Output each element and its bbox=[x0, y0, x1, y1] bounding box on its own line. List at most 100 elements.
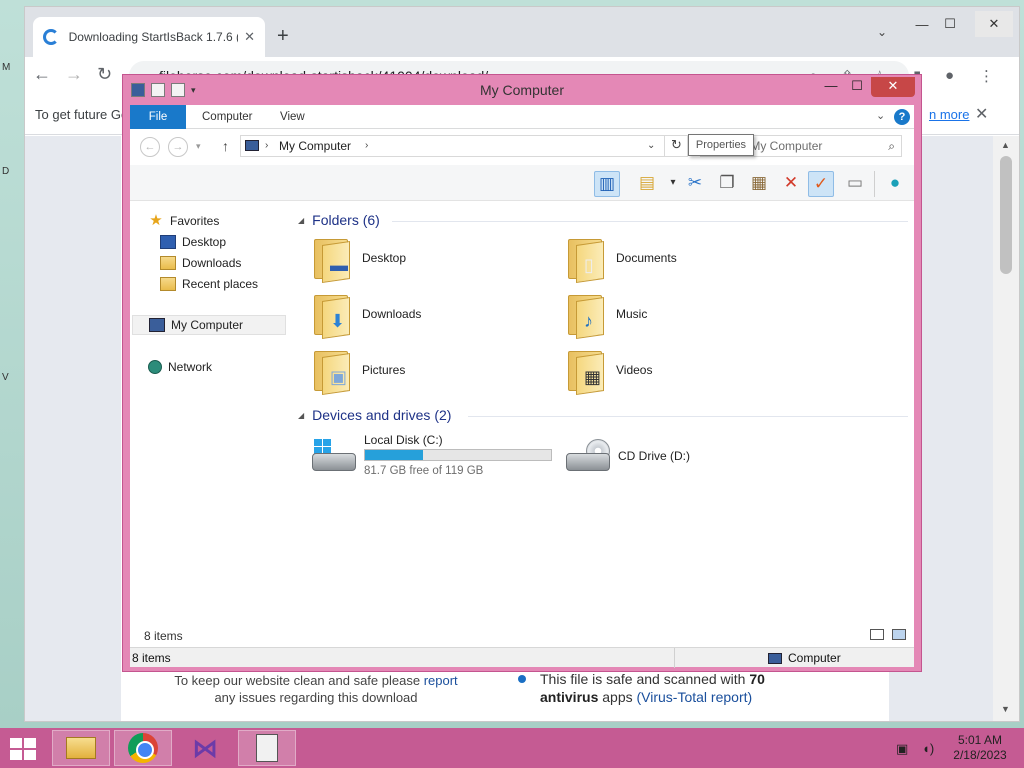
cd-drive-icon bbox=[564, 439, 612, 473]
reload-icon[interactable]: ↻ bbox=[97, 64, 112, 85]
ribbon-expand-icon[interactable]: ⌄ bbox=[876, 109, 885, 122]
folder-tile-desktop[interactable]: ▬ Desktop bbox=[310, 235, 560, 285]
forward-arrow-icon[interactable]: → bbox=[65, 64, 83, 85]
explorer-window: ▾ My Computer — ☐ ✕ File Computer View ⌄… bbox=[122, 74, 922, 672]
computer-icon bbox=[245, 140, 259, 151]
new-tab-button[interactable]: + bbox=[277, 25, 289, 48]
browser-tab[interactable]: Downloading StartIsBack 1.7.6 (f ✕ bbox=[33, 17, 265, 57]
explorer-titlebar[interactable]: ▾ My Computer — ☐ ✕ bbox=[123, 75, 921, 105]
nav-my-computer[interactable]: My Computer bbox=[132, 315, 286, 335]
address-dropdown-icon[interactable]: ⌄ bbox=[647, 136, 655, 156]
file-explorer-icon bbox=[66, 737, 96, 759]
back-icon[interactable]: ← bbox=[140, 137, 160, 157]
computer-icon bbox=[768, 652, 782, 664]
tab-view[interactable]: View bbox=[266, 105, 319, 129]
explorer-minimize-button[interactable]: — bbox=[817, 77, 845, 97]
ribbon-tabs: File Computer View ⌄ ? bbox=[130, 105, 914, 129]
tab-computer[interactable]: Computer bbox=[188, 105, 267, 129]
collapse-triangle-icon[interactable]: ◢ bbox=[298, 411, 304, 420]
content-area: ◢ Folders (6) ▬ Desktop ▯ Documents ⬇ Do… bbox=[292, 201, 910, 625]
recent-locations-icon[interactable]: ▾ bbox=[196, 141, 201, 152]
command-bar: ▥ ▤ ▾ ✂ ❐ ▦ ✕ ✓ ▭ ● bbox=[130, 165, 914, 201]
search-icon[interactable]: ⌕ bbox=[888, 136, 895, 156]
refresh-icon[interactable]: ↻ bbox=[664, 135, 688, 157]
downloads-folder-icon: ⬇ bbox=[310, 291, 354, 339]
collapse-triangle-icon[interactable]: ◢ bbox=[298, 216, 304, 225]
status-divider bbox=[674, 648, 675, 668]
infobar-text: To get future Go bbox=[35, 107, 129, 122]
safe-scan-note: This file is safe and scanned with 70 an… bbox=[518, 670, 840, 706]
taskbar-file-explorer[interactable] bbox=[52, 730, 110, 766]
videos-folder-icon: ▦ bbox=[564, 347, 608, 395]
volume-icon[interactable]: ◖) bbox=[922, 741, 934, 756]
scroll-down-icon[interactable]: ▼ bbox=[1001, 704, 1010, 714]
nav-desktop[interactable]: Desktop bbox=[160, 232, 226, 252]
scroll-up-icon[interactable]: ▲ bbox=[1001, 140, 1010, 150]
drive-tile-local-disk[interactable]: Local Disk (C:) 81.7 GB free of 119 GB bbox=[310, 433, 560, 479]
folder-tile-music[interactable]: ♪ Music bbox=[564, 291, 814, 341]
network-tray-icon[interactable]: ▣ bbox=[896, 741, 908, 757]
drive-tile-cd[interactable]: CD Drive (D:) bbox=[564, 433, 814, 479]
address-crumb[interactable]: My Computer bbox=[279, 139, 351, 153]
folder-tile-pictures[interactable]: ▣ Pictures bbox=[310, 347, 560, 397]
page-scrollbar[interactable]: ▲ ▼ bbox=[993, 136, 1019, 721]
large-icons-view-icon[interactable] bbox=[892, 629, 906, 640]
tab-search-chevron-icon[interactable]: ⌄ bbox=[877, 25, 887, 39]
back-arrow-icon[interactable]: ← bbox=[33, 64, 51, 85]
taskbar-chrome[interactable] bbox=[114, 730, 172, 766]
network-globe-icon[interactable]: ● bbox=[882, 171, 908, 197]
folder-tile-downloads[interactable]: ⬇ Downloads bbox=[310, 291, 560, 341]
browser-close-button[interactable]: ✕ bbox=[975, 11, 1013, 37]
folder-tile-documents[interactable]: ▯ Documents bbox=[564, 235, 814, 285]
help-icon[interactable]: ? bbox=[894, 109, 910, 125]
preview-pane-icon[interactable]: ▥ bbox=[594, 171, 620, 197]
scroll-thumb[interactable] bbox=[1000, 156, 1012, 274]
details-view-icon[interactable] bbox=[870, 629, 884, 640]
taskbar-visual-studio[interactable]: ⋈ bbox=[176, 730, 234, 766]
delete-icon[interactable]: ✕ bbox=[778, 171, 804, 197]
system-clock[interactable]: 5:01 AM 2/18/2023 bbox=[944, 733, 1016, 763]
downloads-folder-icon bbox=[160, 256, 176, 270]
nav-recent-places[interactable]: Recent places bbox=[160, 274, 258, 294]
close-tab-icon[interactable]: ✕ bbox=[244, 29, 255, 45]
folders-group-header[interactable]: ◢ Folders (6) bbox=[298, 212, 380, 228]
loading-spinner-icon bbox=[43, 29, 59, 45]
paste-icon[interactable]: ▦ bbox=[746, 171, 772, 197]
properties-check-icon[interactable]: ✓ bbox=[808, 171, 834, 197]
nav-downloads[interactable]: Downloads bbox=[160, 253, 241, 273]
computer-icon bbox=[149, 318, 165, 332]
cut-icon[interactable]: ✂ bbox=[682, 171, 708, 197]
start-button[interactable] bbox=[10, 738, 38, 760]
menu-kebab-icon[interactable]: ⋮ bbox=[979, 67, 994, 85]
chevron-right-icon[interactable]: › bbox=[365, 136, 368, 156]
tab-file[interactable]: File bbox=[130, 105, 186, 129]
star-icon: ★ bbox=[149, 212, 163, 229]
explorer-maximize-button[interactable]: ☐ bbox=[843, 77, 871, 97]
status-items: 8 items bbox=[132, 651, 171, 665]
browser-maximize-button[interactable]: ☐ bbox=[931, 11, 969, 37]
drives-group-header[interactable]: ◢ Devices and drives (2) bbox=[298, 407, 451, 423]
folder-tile-videos[interactable]: ▦ Videos bbox=[564, 347, 814, 397]
infobar-learn-more-link[interactable]: n more bbox=[929, 107, 969, 122]
folder-options-icon[interactable]: ▤ bbox=[634, 171, 660, 197]
network-icon bbox=[148, 360, 162, 374]
desktop-mark: D bbox=[2, 166, 10, 177]
profile-avatar-icon[interactable]: ● bbox=[945, 67, 954, 84]
items-count: 8 items bbox=[144, 629, 183, 643]
desktop-icon bbox=[160, 235, 176, 249]
explorer-address-bar[interactable]: › My Computer › ⌄ bbox=[240, 135, 688, 157]
chevron-right-icon[interactable]: › bbox=[265, 136, 268, 156]
status-zone: Computer bbox=[768, 651, 841, 665]
copy-icon[interactable]: ❐ bbox=[714, 171, 740, 197]
explorer-close-button[interactable]: ✕ bbox=[871, 77, 915, 97]
report-link[interactable]: report bbox=[424, 673, 458, 688]
rename-icon[interactable]: ▭ bbox=[842, 171, 868, 197]
up-arrow-icon[interactable]: ↑ bbox=[222, 138, 229, 154]
nav-network[interactable]: Network bbox=[148, 357, 212, 377]
virus-total-link[interactable]: (Virus-Total report) bbox=[637, 689, 753, 705]
infobar-close-icon[interactable]: ✕ bbox=[975, 104, 988, 124]
forward-icon[interactable]: → bbox=[168, 137, 188, 157]
taskbar-installer[interactable] bbox=[238, 730, 296, 766]
disk-usage-bar bbox=[364, 449, 552, 461]
nav-favorites[interactable]: ★ Favorites bbox=[148, 211, 219, 231]
